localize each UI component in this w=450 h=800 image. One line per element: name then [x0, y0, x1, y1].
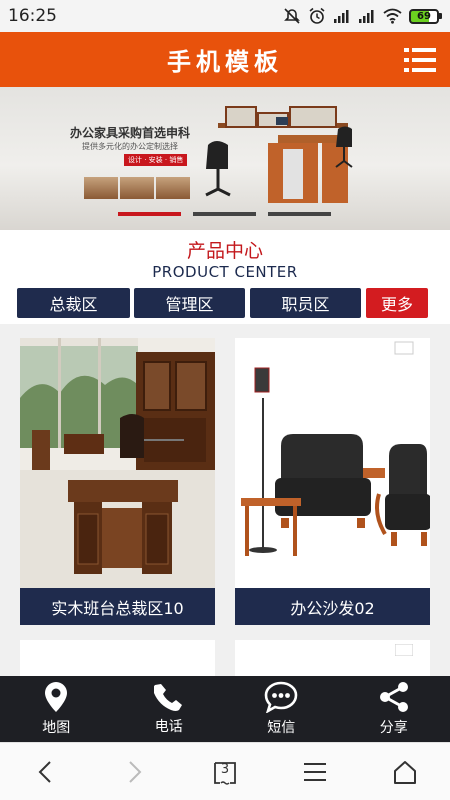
alarm-icon — [309, 7, 325, 24]
banner-dot-1[interactable] — [118, 212, 181, 216]
home-icon — [394, 760, 416, 784]
section-subtitle: PRODUCT CENTER — [152, 263, 298, 281]
category-tabs: 总裁区 管理区 职员区 更多 — [17, 288, 428, 318]
product-card[interactable] — [235, 640, 430, 676]
action-share-label: 分享 — [379, 720, 408, 736]
status-bar: 16:25 69 — [0, 0, 450, 32]
product-name: 实木班台总裁区10 — [20, 588, 215, 625]
product-image-executive-desk — [20, 338, 215, 588]
chevron-left-icon — [38, 760, 51, 783]
product-card[interactable]: 实木班台总裁区10 — [20, 338, 215, 625]
wifi-icon — [383, 8, 402, 24]
signal-icon — [334, 10, 349, 23]
browser-nav-bar: 3 — [0, 742, 450, 800]
battery-icon: 69 — [409, 8, 442, 24]
browser-menu-button[interactable] — [270, 743, 360, 800]
status-icons: 69 — [283, 7, 442, 25]
product-grid: 实木班台总裁区10 办公沙发02 — [0, 324, 450, 676]
tab-management-area[interactable]: 管理区 — [134, 288, 245, 318]
banner-office-desk-image — [205, 106, 353, 203]
mute-icon — [284, 8, 300, 24]
product-name: 办公沙发02 — [235, 588, 430, 625]
action-map[interactable]: 地图 — [0, 676, 113, 742]
chevron-right-icon — [129, 760, 142, 783]
banner-dot-2[interactable] — [193, 212, 256, 216]
phone-icon — [153, 684, 182, 711]
action-share[interactable]: 分享 — [338, 676, 450, 742]
product-image-office-sofa — [235, 338, 430, 588]
action-map-label: 地图 — [42, 720, 71, 736]
status-time: 16:25 — [8, 6, 57, 26]
hero-banner[interactable]: 办公家具采购首选申科 提供多元化的办公定制选择 设计 · 安装 · 销售 — [0, 87, 450, 230]
tab-count: 3 — [220, 761, 230, 777]
tab-more[interactable]: 更多 — [366, 288, 428, 318]
action-phone[interactable]: 电话 — [113, 676, 226, 742]
action-sms[interactable]: 短信 — [225, 676, 338, 742]
product-card[interactable]: 办公沙发02 — [235, 338, 430, 625]
bottom-action-bar: 地图 电话 短信 分享 — [0, 676, 450, 742]
home-button[interactable] — [360, 743, 450, 800]
message-icon — [264, 681, 298, 713]
page-title: 手机模板 — [167, 48, 283, 76]
app-header: 手机模板 — [0, 32, 450, 87]
hamburger-icon — [304, 762, 326, 781]
tabs-button[interactable]: 3 — [180, 743, 270, 800]
banner-dot-3[interactable] — [268, 212, 331, 216]
menu-icon[interactable] — [404, 45, 436, 75]
section-title: 产品中心 — [186, 240, 263, 262]
action-phone-label: 电话 — [154, 719, 183, 735]
banner-subline: 提供多元化的办公定制选择 — [82, 142, 178, 151]
action-sms-label: 短信 — [267, 720, 296, 736]
tab-president-area[interactable]: 总裁区 — [17, 288, 130, 318]
share-icon — [379, 682, 408, 712]
banner-thumbnails — [84, 177, 190, 199]
banner-headline: 办公家具采购首选申科 — [70, 126, 191, 140]
forward-button[interactable] — [90, 743, 180, 800]
tab-counter-icon: 3 — [213, 761, 237, 785]
signal-icon-2 — [359, 10, 374, 23]
back-button[interactable] — [0, 743, 90, 800]
map-pin-icon — [45, 682, 68, 712]
tab-staff-area[interactable]: 职员区 — [250, 288, 361, 318]
product-image-partial — [395, 644, 413, 656]
banner-tags: 设计 · 安装 · 销售 — [124, 154, 188, 166]
battery-level: 69 — [409, 8, 439, 24]
banner-pagination — [118, 212, 331, 216]
product-card[interactable] — [20, 640, 215, 676]
